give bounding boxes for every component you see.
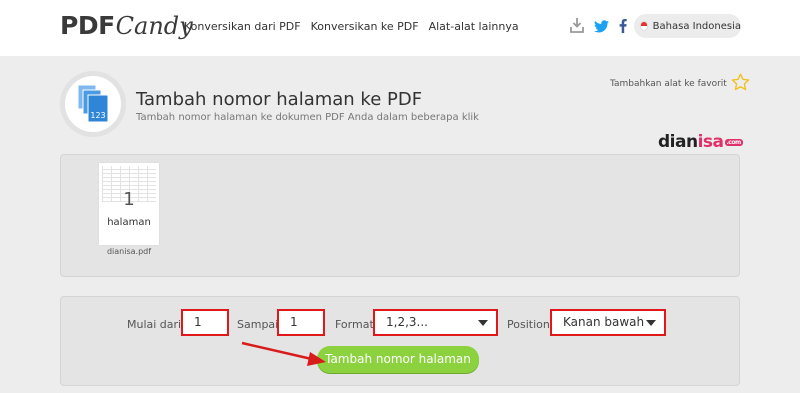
nav-convert-to-pdf[interactable]: Konversikan ke PDF — [311, 20, 419, 33]
pdfcandy-logo[interactable]: PDF Candy — [60, 11, 193, 45]
to-page-input[interactable]: 1 — [277, 309, 325, 336]
from-label: Mulai dari: — [127, 318, 185, 331]
format-value: 1,2,3... — [386, 315, 428, 329]
dianisa-watermark: dianisa .com — [658, 132, 743, 152]
indonesia-flag-icon — [640, 21, 648, 31]
page-subtitle: Tambah nomor halaman ke dokumen PDF Anda… — [136, 112, 479, 123]
thumbnail-page-number: 1 — [123, 189, 135, 210]
format-select[interactable]: 1,2,3... — [373, 309, 498, 336]
add-page-numbers-button[interactable]: Tambah nomor halaman — [317, 346, 479, 373]
pdf-page-thumbnail[interactable]: 1 halaman — [99, 163, 159, 245]
twitter-icon[interactable] — [594, 18, 609, 37]
options-panel: Mulai dari: 1 Sampai: 1 Format: 1,2,3...… — [60, 296, 740, 386]
format-label: Format: — [335, 318, 378, 331]
position-select[interactable]: Kanan bawah — [550, 309, 666, 336]
watermark-part-2: isa — [697, 132, 724, 152]
uploaded-files-panel: 1 halaman dianisa.pdf — [60, 154, 740, 277]
add-to-favorites[interactable]: Tambahkan alat ke favorit — [610, 73, 750, 94]
tool-icon: 123 — [60, 71, 126, 137]
page-title: Tambah nomor halaman ke PDF — [136, 89, 423, 110]
position-value: Kanan bawah — [563, 315, 645, 329]
to-label: Sampai: — [237, 318, 282, 331]
language-selector[interactable]: Bahasa Indonesia — [634, 14, 741, 38]
facebook-icon[interactable] — [619, 18, 627, 37]
file-name: dianisa.pdf — [106, 247, 152, 256]
thumbnail-page-word: halaman — [107, 217, 151, 228]
logo-pdf-text: PDF — [60, 11, 115, 40]
star-icon — [731, 73, 750, 94]
header-icons — [570, 17, 627, 37]
logo-candy-text: Candy — [115, 12, 193, 40]
chevron-down-icon — [646, 320, 656, 326]
watermark-part-1: dian — [658, 132, 698, 152]
language-label: Bahasa Indonesia — [652, 20, 741, 32]
position-label: Position: — [507, 318, 554, 331]
top-navigation-bar: PDF Candy Konversikan dari PDF Konversik… — [0, 0, 800, 56]
download-icon[interactable] — [570, 17, 584, 37]
nav-other-tools[interactable]: Alat-alat lainnya — [429, 20, 519, 33]
nav-convert-from-pdf[interactable]: Konversikan dari PDF — [184, 20, 301, 33]
from-page-input[interactable]: 1 — [181, 309, 229, 336]
watermark-part-3: .com — [724, 138, 743, 146]
favorite-label: Tambahkan alat ke favorit — [610, 78, 727, 89]
chevron-down-icon — [478, 320, 488, 326]
main-nav: Konversikan dari PDF Konversikan ke PDF … — [184, 20, 519, 33]
page-number-icon-badge: 123 — [90, 111, 105, 120]
